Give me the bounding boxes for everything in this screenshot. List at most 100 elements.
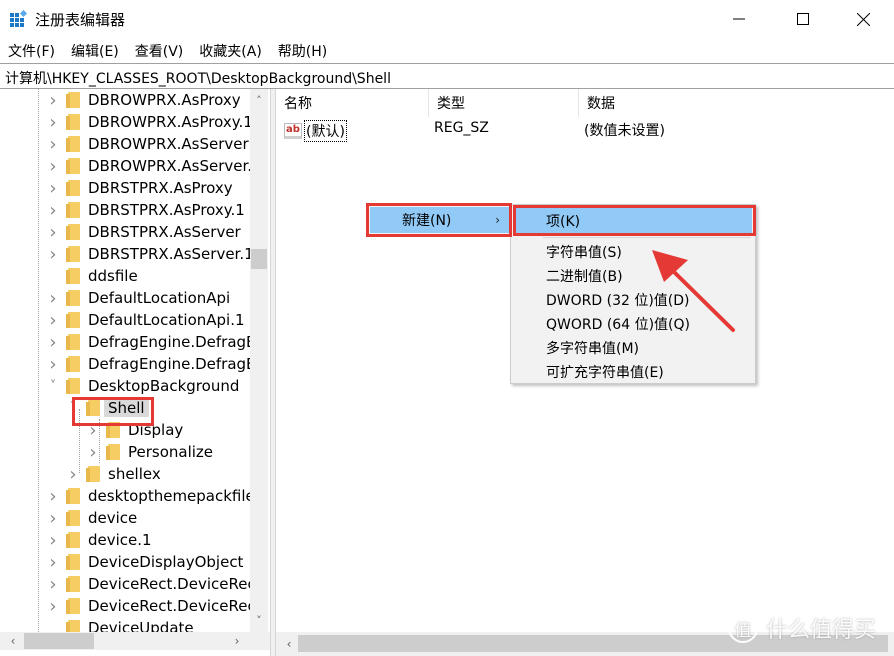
submenu-item-key[interactable]: 项(K) <box>514 208 752 234</box>
chevron-right-icon[interactable]: › <box>46 573 60 595</box>
tree-item[interactable]: › Display <box>86 419 183 441</box>
chevron-right-icon[interactable]: › <box>46 155 60 177</box>
chevron-right-icon[interactable]: › <box>46 485 60 507</box>
column-header-type[interactable]: 类型 <box>429 89 579 117</box>
column-header-data[interactable]: 数据 <box>579 89 894 117</box>
tree-item[interactable]: › shellex <box>66 463 160 485</box>
chevron-down-icon[interactable]: ˅ <box>66 397 80 419</box>
chevron-right-icon[interactable]: › <box>46 353 60 375</box>
folder-icon <box>66 554 80 570</box>
tree-horizontal-scrollbar[interactable]: ‹ › <box>0 632 270 650</box>
chevron-right-icon[interactable]: › <box>86 419 100 441</box>
tree-item-label: DeviceDisplayObject <box>88 553 244 571</box>
tree-item[interactable]: › device.1 <box>46 529 151 551</box>
address-bar[interactable]: 计算机\HKEY_CLASSES_ROOT\DesktopBackground\… <box>0 63 894 89</box>
tree-item[interactable]: ddsfile <box>46 265 138 287</box>
chevron-right-icon[interactable]: › <box>46 89 60 111</box>
tree-item[interactable]: › DBROWPRX.AsServer <box>46 133 249 155</box>
chevron-right-icon[interactable]: › <box>46 551 60 573</box>
scroll-thumb[interactable] <box>24 633 94 649</box>
chevron-right-icon[interactable]: › <box>46 177 60 199</box>
chevron-right-icon[interactable]: › <box>46 331 60 353</box>
value-row[interactable]: ab (默认) REG_SZ (数值未设置) <box>276 117 894 142</box>
watermark-badge: 值 <box>728 613 758 643</box>
tree-item[interactable]: › DBRSTPRX.AsServer <box>46 221 240 243</box>
chevron-down-icon[interactable]: ˅ <box>46 375 60 397</box>
menu-help[interactable]: 帮助(H) <box>276 41 335 61</box>
chevron-right-icon[interactable]: › <box>46 595 60 617</box>
menu-separator <box>543 237 751 238</box>
tree-item[interactable]: › DBROWPRX.AsProxy <box>46 89 240 111</box>
scroll-down-icon[interactable]: ˅ <box>250 611 268 629</box>
chevron-right-icon[interactable]: › <box>46 243 60 265</box>
tree-item[interactable]: › Personalize <box>86 441 213 463</box>
scroll-left-icon[interactable]: ‹ <box>280 635 298 653</box>
tree-item[interactable]: › desktopthemepackfile <box>46 485 250 507</box>
scroll-right-icon[interactable]: › <box>228 632 246 650</box>
tree-guide-line <box>38 89 39 632</box>
chevron-right-icon[interactable]: › <box>46 287 60 309</box>
scroll-left-icon[interactable]: ‹ <box>4 632 22 650</box>
maximize-button[interactable] <box>780 0 826 38</box>
minimize-button[interactable] <box>716 0 762 38</box>
chevron-right-icon[interactable]: › <box>46 221 60 243</box>
tree-item-label: ddsfile <box>88 267 138 285</box>
tree-item[interactable]: › DefaultLocationApi.1 <box>46 309 244 331</box>
scroll-thumb[interactable] <box>251 249 267 269</box>
tree-item-label: DBRSTPRX.AsProxy.1 <box>88 201 245 219</box>
menu-file[interactable]: 文件(F) <box>6 41 63 61</box>
folder-icon <box>66 268 80 284</box>
tree-item-label: DBROWPRX.AsServer <box>88 135 249 153</box>
tree-item[interactable]: › DeviceRect.DeviceRect.1 <box>46 595 250 617</box>
chevron-right-icon[interactable]: › <box>66 463 80 485</box>
chevron-right-icon[interactable]: › <box>46 309 60 331</box>
tree-item[interactable]: ˅ DesktopBackground <box>46 375 240 397</box>
menu-item-new[interactable]: 新建(N) › <box>370 207 510 233</box>
value-name-cell: ab (默认) <box>284 120 347 142</box>
tree-item[interactable]: ˅ Shell <box>66 397 149 419</box>
menu-view[interactable]: 查看(V) <box>133 41 192 61</box>
scroll-up-icon[interactable]: ˄ <box>250 91 268 109</box>
menu-edit[interactable]: 编辑(E) <box>69 41 127 61</box>
menu-favorites[interactable]: 收藏夹(A) <box>197 41 270 61</box>
tree-item-label: DBRSTPRX.AsServer.1 <box>88 245 250 263</box>
watermark: 值 什么值得买 <box>728 612 876 644</box>
chevron-right-icon[interactable]: › <box>46 529 60 551</box>
submenu-item-expandable-string-value[interactable]: 可扩充字符串值(E) <box>514 360 752 384</box>
tree-vertical-scrollbar[interactable]: ˄ ˅ <box>250 89 268 632</box>
tree-pane: › DBROWPRX.AsProxy › DBROWPRX.AsProxy.1 › DBR… <box>0 89 271 656</box>
chevron-right-icon[interactable]: › <box>46 507 60 529</box>
tree-item[interactable]: › DefragEngine.DefragEngine <box>46 331 250 353</box>
tree-item-label: DeviceUpdate <box>88 619 194 632</box>
tree-item[interactable]: › DBRSTPRX.AsServer.1 <box>46 243 250 265</box>
menu-item-label: 新建(N) <box>402 213 452 229</box>
tree-item[interactable]: › DefragEngine.DefragEngine.1 <box>46 353 250 375</box>
folder-icon <box>66 620 80 632</box>
chevron-right-icon[interactable]: › <box>46 133 60 155</box>
close-button[interactable] <box>840 0 886 38</box>
tree-item[interactable]: › device <box>46 507 137 529</box>
tree-item[interactable]: › DBRSTPRX.AsProxy <box>46 177 232 199</box>
tree-item[interactable]: › DefaultLocationApi <box>46 287 230 309</box>
registry-editor-icon <box>10 10 28 27</box>
tree-item-label: DefaultLocationApi <box>88 289 231 307</box>
tree-item[interactable]: › DeviceRect.DeviceRect <box>46 573 250 595</box>
annotation-arrow-icon <box>652 250 735 332</box>
tree-item[interactable]: › DBROWPRX.AsProxy.1 <box>46 111 250 133</box>
column-header-name[interactable]: 名称 <box>276 89 429 117</box>
value-name: (默认) <box>304 120 347 142</box>
address-path[interactable]: 计算机\HKEY_CLASSES_ROOT\DesktopBackground\… <box>5 68 391 88</box>
folder-icon <box>66 356 80 372</box>
chevron-right-icon[interactable]: › <box>46 199 60 221</box>
tree-item-label: device <box>88 509 138 527</box>
tree-item[interactable]: › DeviceDisplayObject <box>46 551 243 573</box>
tree-item-label: DesktopBackground <box>88 377 240 395</box>
chevron-right-icon[interactable]: › <box>46 111 60 133</box>
tree-item[interactable]: › DBROWPRX.AsServer.1 <box>46 155 250 177</box>
tree-item[interactable]: › DBRSTPRX.AsProxy.1 <box>46 199 245 221</box>
folder-icon <box>66 378 80 394</box>
tree-item[interactable]: DeviceUpdate <box>46 617 194 632</box>
tree-item-label: DeviceRect.DeviceRect.1 <box>88 597 250 615</box>
chevron-right-icon[interactable]: › <box>86 441 100 463</box>
folder-icon <box>66 136 80 152</box>
